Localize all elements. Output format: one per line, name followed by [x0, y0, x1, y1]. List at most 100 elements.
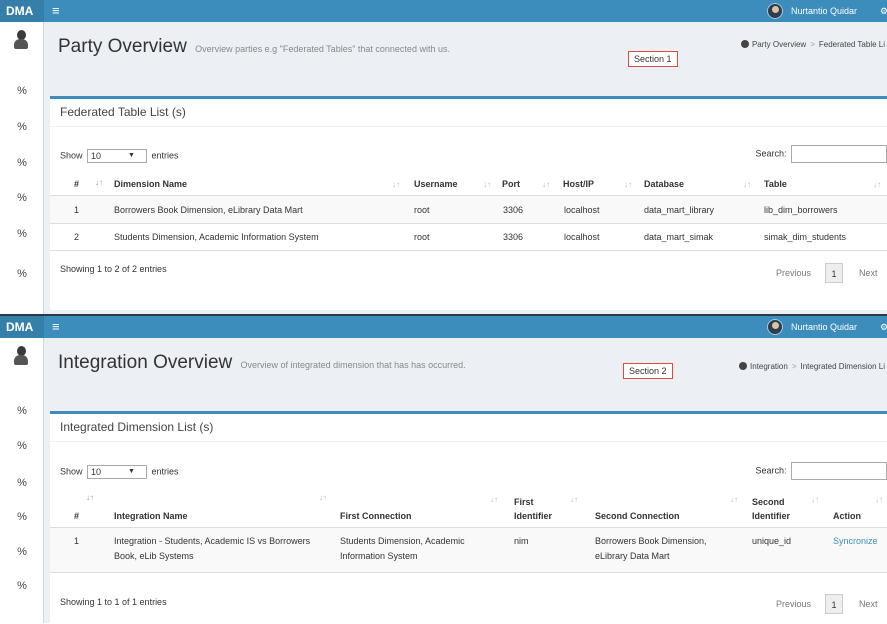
cell-username: root [414, 205, 430, 215]
page-1-button[interactable]: 1 [825, 594, 843, 614]
box-title: Integrated Dimension List (s) [50, 414, 887, 442]
sort-icon[interactable]: ↓↑ [743, 180, 751, 189]
column-header[interactable]: # [74, 510, 79, 522]
link-icon[interactable]: % [15, 267, 29, 281]
column-header[interactable]: Action [833, 510, 861, 522]
sidebar: % % % % % % [0, 338, 44, 623]
cell-host: localhost [564, 205, 600, 215]
link-icon[interactable]: % [15, 510, 29, 524]
cell-port: 3306 [503, 232, 524, 242]
column-header[interactable]: Identifier [752, 510, 790, 522]
link-icon[interactable]: % [15, 156, 29, 170]
entries-select[interactable]: 10 ▼ [87, 149, 148, 163]
user-avatar[interactable] [767, 319, 783, 335]
link-icon[interactable]: % [15, 404, 29, 418]
next-button[interactable]: Next [859, 263, 878, 283]
previous-button[interactable]: Previous [776, 263, 811, 283]
page-subtitle: Overview parties e.g "Federated Tables" … [195, 44, 450, 54]
dashboard-icon [739, 362, 748, 370]
sidebar-avatar [12, 30, 30, 50]
link-icon[interactable]: % [15, 120, 29, 134]
cell-database: data_mart_library [644, 205, 715, 215]
column-header[interactable]: Second Connection [595, 510, 680, 522]
sort-icon[interactable]: ↓↑ [875, 495, 883, 504]
hamburger-icon[interactable]: ≡ [52, 3, 60, 19]
column-header[interactable]: First [514, 496, 534, 508]
user-name[interactable]: Nurtantio Quidar [791, 316, 857, 338]
table-row[interactable]: 2 Students Dimension, Academic Informati… [50, 224, 887, 250]
cell-second-connection: Borrowers Book Dimension, [595, 536, 707, 546]
search-control: Search: [755, 145, 887, 163]
link-icon[interactable]: % [15, 84, 29, 98]
breadcrumb-item[interactable]: Integration [750, 362, 788, 371]
syncronize-link[interactable]: Syncronize [833, 535, 878, 548]
column-header[interactable]: Integration Name [114, 510, 188, 522]
show-label: Show [60, 466, 83, 477]
cell-dimension-name: Students Dimension, Academic Information… [114, 232, 319, 242]
top-navbar: DMA ≡ Nurtantio Quidar ⚙ [0, 316, 887, 338]
cell-num: 2 [74, 232, 80, 242]
link-icon[interactable]: % [15, 579, 29, 593]
breadcrumb-item[interactable]: Party Overview [752, 40, 806, 49]
column-header[interactable]: # [74, 178, 79, 190]
brand-logo[interactable]: DMA [0, 316, 44, 338]
sort-icon[interactable]: ↓↑ [483, 180, 491, 189]
hamburger-icon[interactable]: ≡ [52, 319, 60, 335]
page-subtitle: Overview of integrated dimension that ha… [240, 360, 466, 370]
sort-icon[interactable]: ↓↑ [542, 180, 550, 189]
previous-button[interactable]: Previous [776, 594, 811, 614]
cell-num: 1 [74, 205, 80, 215]
search-input[interactable] [791, 462, 887, 480]
column-header[interactable]: Username [414, 178, 458, 190]
search-input[interactable] [791, 145, 887, 163]
brand-logo[interactable]: DMA [0, 0, 44, 22]
cell-host: localhost [564, 232, 600, 242]
sort-icon[interactable]: ↓↑ [95, 178, 103, 187]
table-row[interactable]: 1 Integration - Students, Academic IS vs… [50, 528, 887, 572]
sort-icon[interactable]: ↓↑ [319, 493, 327, 502]
table-row[interactable]: 1 Borrowers Book Dimension, eLibrary Dat… [50, 196, 887, 223]
integrated-dimension-box: Integrated Dimension List (s) Show 10 ▼ e… [50, 411, 887, 624]
column-header[interactable]: First Connection [340, 510, 412, 522]
breadcrumb: Integration > Integrated Dimension Li [739, 362, 885, 371]
table-info: Showing 1 to 2 of 2 entries [60, 264, 167, 274]
column-header[interactable]: Host/IP [563, 178, 594, 190]
cell-first-identifier: nim [514, 536, 529, 546]
sort-icon[interactable]: ↓↑ [873, 180, 881, 189]
cell-first-connection: Students Dimension, Academic [340, 536, 465, 546]
user-name[interactable]: Nurtantio Quidar [791, 0, 857, 22]
link-icon[interactable]: % [15, 476, 29, 490]
sort-icon[interactable]: ↓↑ [570, 495, 578, 504]
column-header[interactable]: Second [752, 496, 785, 508]
next-button[interactable]: Next [859, 594, 878, 614]
show-label: Show [60, 150, 83, 161]
sort-icon[interactable]: ↓↑ [811, 495, 819, 504]
column-header[interactable]: Port [502, 178, 520, 190]
link-icon[interactable]: % [15, 191, 29, 205]
user-avatar[interactable] [767, 3, 783, 19]
content-wrapper: Party Overview Overview parties e.g "Fed… [44, 22, 887, 315]
sort-icon[interactable]: ↓↑ [730, 495, 738, 504]
sort-icon[interactable]: ↓↑ [86, 493, 94, 502]
link-icon[interactable]: % [15, 545, 29, 559]
settings-icon[interactable]: ⚙ [880, 316, 887, 338]
entries-select[interactable]: 10 ▼ [87, 465, 148, 479]
column-header[interactable]: Database [644, 178, 684, 190]
cell-username: root [414, 232, 430, 242]
link-icon[interactable]: % [15, 439, 29, 453]
settings-icon[interactable]: ⚙ [880, 0, 887, 22]
breadcrumb: Party Overview > Federated Table Li [740, 40, 885, 49]
sidebar: % % % % % % [0, 22, 44, 315]
column-header[interactable]: Identifier [514, 510, 552, 522]
search-control: Search: [755, 462, 887, 480]
section-2-screenshot: DMA ≡ Nurtantio Quidar ⚙ % % % % % % Int… [0, 316, 887, 624]
link-icon[interactable]: % [15, 227, 29, 241]
sort-icon[interactable]: ↓↑ [490, 495, 498, 504]
cell-second-connection: eLibrary Data Mart [595, 551, 670, 561]
column-header[interactable]: Table [764, 178, 787, 190]
sort-icon[interactable]: ↓↑ [624, 180, 632, 189]
top-navbar: DMA ≡ Nurtantio Quidar ⚙ [0, 0, 887, 22]
column-header[interactable]: Dimension Name [114, 178, 187, 190]
page-1-button[interactable]: 1 [825, 263, 843, 283]
sort-icon[interactable]: ↓↑ [392, 180, 400, 189]
